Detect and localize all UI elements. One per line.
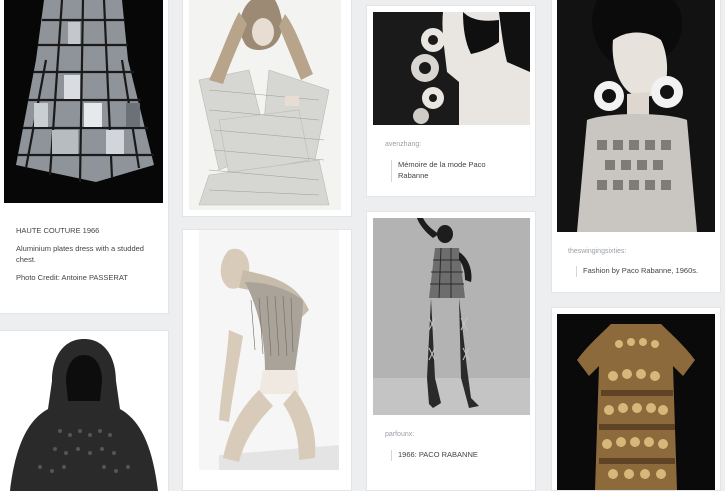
reblog-username[interactable]: parfounx: [385,431,414,438]
post-card-woven-sheets[interactable] [183,0,351,216]
post-photo-profile-earrings[interactable] [373,12,530,125]
post-photo-mini-dress-1966[interactable] [373,218,530,415]
gold-dress-image [557,314,715,490]
post-photo-hoop-earrings[interactable] [557,0,715,232]
plate-dress-image [4,0,163,203]
post-caption: HAUTE COUTURE 1966 Aluminium plates dres… [16,226,156,291]
post-photo-woven-sheets[interactable] [189,0,341,210]
post-card-kneeling-model[interactable] [183,230,351,490]
post-photo-gold-dress[interactable] [557,314,715,490]
post-card-haute-couture[interactable]: HAUTE COUTURE 1966 Aluminium plates dres… [0,0,168,313]
caption-credit: Photo Credit: Antoine PASSERAT [16,272,128,282]
reblog-username[interactable]: avenzhang: [385,141,421,148]
caption-title: HAUTE COUTURE 1966 [16,226,100,235]
post-photo-plate-dress[interactable] [4,0,163,203]
chain-hood-image [0,331,168,491]
profile-earrings-image [373,12,530,125]
post-card-chain-hood[interactable] [0,331,168,491]
post-card-mini-dress-1966[interactable]: parfounx: 1966: PACO RABANNE [367,212,535,490]
mini-dress-1966-image [373,218,530,415]
kneeling-model-image [199,230,339,470]
post-card-profile-earrings[interactable]: avenzhang: Mémoire de la mode Paco Raban… [367,6,535,196]
woven-sheets-image [189,0,341,210]
post-card-gold-dress[interactable] [552,308,720,490]
post-quote: Mémoire de la mode Paco Rabanne [391,160,508,182]
post-quote: Fashion by Paco Rabanne, 1960s. [576,266,717,277]
reblog-username[interactable]: theswingingsixties: [568,248,626,255]
hoop-earrings-image [557,0,715,232]
post-card-hoop-earrings[interactable]: theswingingsixties: Fashion by Paco Raba… [552,0,720,292]
post-photo-chain-hood[interactable] [0,331,168,491]
post-quote: 1966: PACO RABANNE [391,450,518,461]
post-photo-kneeling-model[interactable] [199,230,339,470]
caption-body: Aluminium plates dress with a studded ch… [16,243,144,264]
